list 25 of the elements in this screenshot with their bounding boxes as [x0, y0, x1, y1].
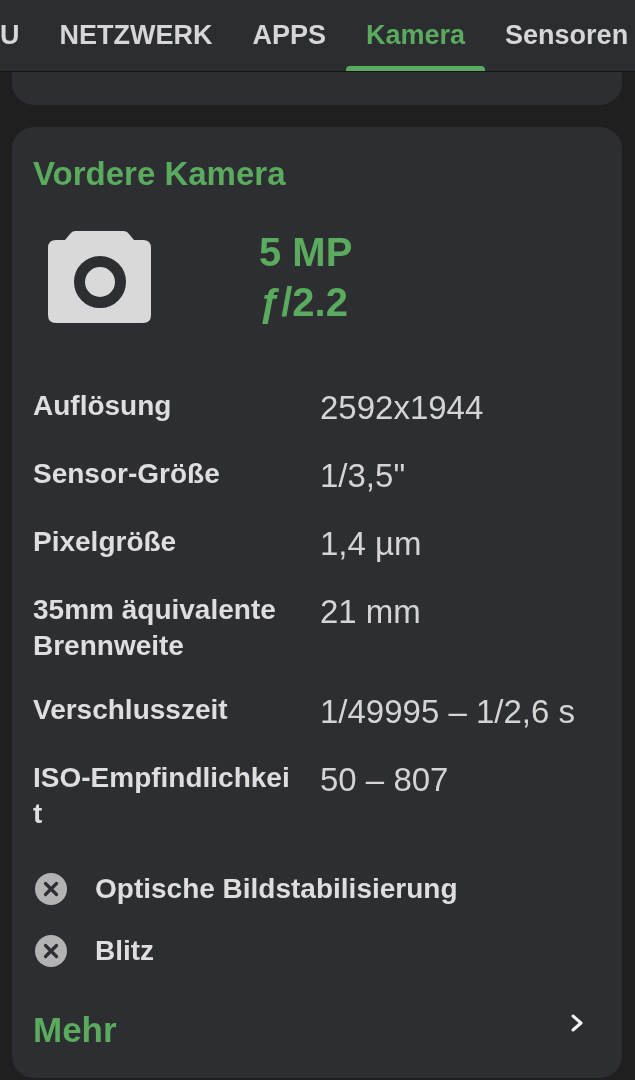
- tab[interactable]: APPS: [232, 0, 346, 71]
- spec-value: 21 mm: [320, 592, 421, 632]
- megapixels-text: 5 MP: [259, 229, 353, 276]
- tab[interactable]: U: [0, 0, 40, 71]
- spec-value: 50 – 807: [320, 760, 449, 800]
- spec-label: Sensor-Größe: [33, 457, 221, 491]
- feature-label: Blitz: [95, 934, 155, 968]
- feature-label: Optische Bildstabilisierung: [95, 872, 458, 906]
- chevron-right-icon[interactable]: [570, 1014, 585, 1032]
- spec-value: 1/3,5": [320, 456, 406, 496]
- camera-icon: [48, 231, 151, 323]
- card-title: Vordere Kamera: [33, 154, 287, 194]
- spec-label: Auflösung: [33, 389, 173, 423]
- tab[interactable]: NETZWERK: [39, 0, 233, 71]
- more-link[interactable]: Mehr: [33, 1008, 117, 1052]
- aperture-text: ƒ/2.2: [259, 279, 348, 326]
- spec-label: 35mm äquivalente Brennweite: [33, 593, 277, 663]
- tab[interactable]: Sensoren: [485, 0, 635, 71]
- spec-value: 1/49995 – 1/2,6 s: [320, 692, 576, 732]
- spec-label: Pixelgröße: [33, 525, 178, 559]
- spec-value: 1,4 µm: [320, 524, 422, 564]
- spec-value: 2592x1944: [320, 388, 484, 428]
- tab[interactable]: Kamera: [346, 0, 486, 71]
- spec-label: Verschlusszeit: [33, 693, 229, 727]
- spec-label: ISO-Empfindlichkeit: [33, 761, 291, 831]
